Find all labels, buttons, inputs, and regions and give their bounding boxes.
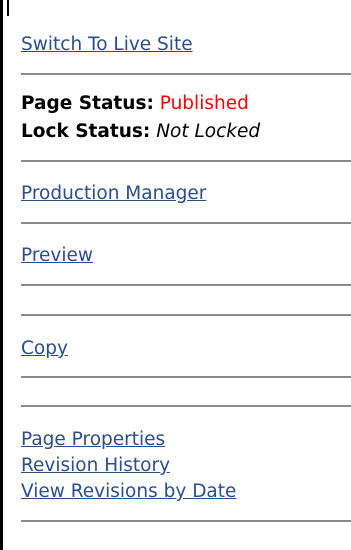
page-status-label: Page Status: [21, 93, 154, 114]
page-status-row: Page Status: Published [21, 93, 249, 115]
production-manager-link[interactable]: Production Manager [21, 183, 206, 205]
separator [21, 314, 351, 316]
page-properties-link[interactable]: Page Properties [21, 429, 165, 451]
view-revisions-by-date-link[interactable]: View Revisions by Date [21, 481, 236, 503]
page-status-value: Published [159, 93, 249, 114]
separator [21, 520, 351, 522]
left-border [0, 0, 3, 550]
separator [21, 222, 351, 224]
preview-link[interactable]: Preview [21, 245, 93, 267]
lock-status-row: Lock Status: Not Locked [21, 121, 260, 143]
separator [21, 160, 351, 162]
lock-status-value: Not Locked [156, 121, 261, 142]
separator [21, 405, 351, 407]
revision-history-link[interactable]: Revision History [21, 455, 170, 477]
separator [21, 73, 351, 75]
separator [21, 376, 351, 378]
copy-link[interactable]: Copy [21, 338, 68, 360]
page-action-panel: Switch To Live Site Page Status: Publish… [8, 0, 351, 550]
separator [21, 284, 351, 286]
lock-status-label: Lock Status: [21, 121, 151, 142]
switch-to-live-site-link[interactable]: Switch To Live Site [21, 34, 193, 56]
